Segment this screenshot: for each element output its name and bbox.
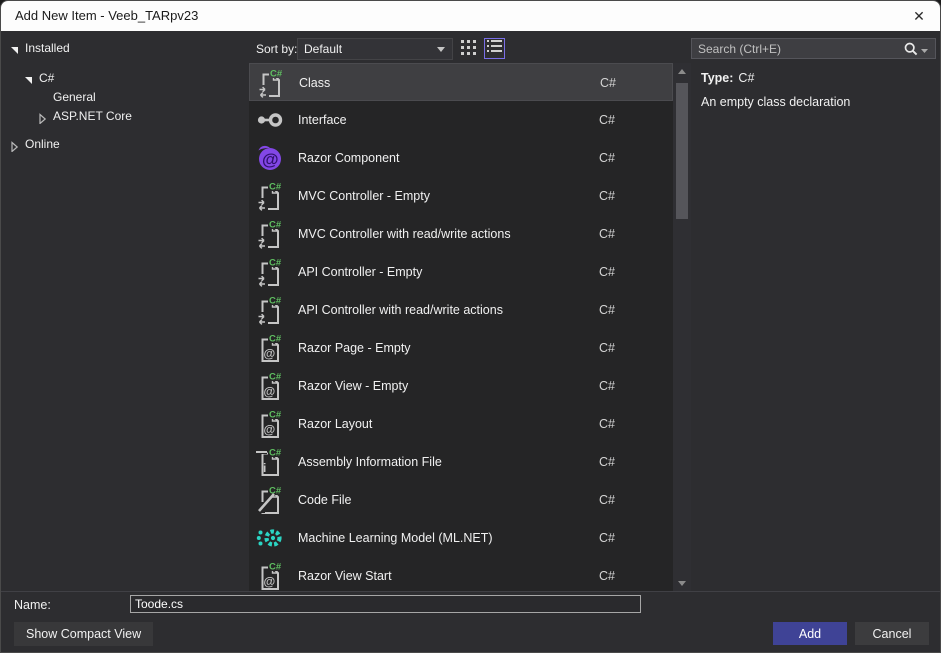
template-rows: C# Class C# Interface C# @ Razor Compone… xyxy=(249,63,673,591)
chevron-down-icon xyxy=(434,46,448,52)
template-item-assembly-information-file[interactable]: C# i Assembly Information File C# xyxy=(249,443,673,481)
type-value: C# xyxy=(738,71,755,85)
name-label: Name: xyxy=(14,598,51,612)
dialog-title: Add New Item - Veeb_TARpv23 xyxy=(15,8,199,23)
razor-file-icon: C# @ xyxy=(255,408,285,440)
template-item-razor-view-empty[interactable]: C# @ Razor View - Empty C# xyxy=(249,367,673,405)
template-item-class[interactable]: C# Class C# xyxy=(249,63,673,101)
collapsed-triangle-icon xyxy=(37,111,48,125)
expanded-triangle-icon xyxy=(9,43,20,54)
mlnet-icon xyxy=(255,522,285,554)
sidebar-item-asp-net-core[interactable]: ASP.NET Core xyxy=(1,107,249,126)
dialog-footer: Name: Show Compact View Add Cancel xyxy=(1,591,940,652)
sidebar-item-general[interactable]: General xyxy=(1,88,249,107)
assembly-info-icon: C# i xyxy=(255,446,285,478)
csharp-class-icon: C# xyxy=(256,67,286,99)
search-box xyxy=(691,38,936,59)
cancel-button[interactable]: Cancel xyxy=(855,622,929,645)
svg-text:C#: C# xyxy=(269,448,282,459)
template-item-razor-view-start[interactable]: C# @ Razor View Start C# xyxy=(249,557,673,591)
template-item-mvc-controller-empty[interactable]: C# MVC Controller - Empty C# xyxy=(249,177,673,215)
scroll-down-icon[interactable] xyxy=(673,575,691,591)
svg-text:C#: C# xyxy=(269,486,282,497)
svg-text:C#: C# xyxy=(269,220,282,231)
razor-component-icon: @ xyxy=(255,142,285,174)
dialog-body: Installed C# General ASP.NET Core Online… xyxy=(1,31,940,591)
svg-text:C#: C# xyxy=(269,410,282,421)
svg-text:C#: C# xyxy=(269,182,282,193)
show-compact-view-button[interactable]: Show Compact View xyxy=(14,622,154,646)
item-details-panel: Type: C# An empty class declaration xyxy=(691,63,940,117)
svg-text:C#: C# xyxy=(269,372,282,383)
svg-text:@: @ xyxy=(264,423,276,437)
close-icon[interactable]: ✕ xyxy=(906,4,932,28)
add-new-item-dialog: Add New Item - Veeb_TARpv23 ✕ Installed … xyxy=(0,0,941,653)
csharp-class-icon: C# xyxy=(255,218,285,250)
svg-text:i: i xyxy=(263,461,266,475)
template-item-razor-page-empty[interactable]: C# @ Razor Page - Empty C# xyxy=(249,329,673,367)
grid-view-button[interactable] xyxy=(458,39,479,60)
svg-text:C#: C# xyxy=(269,562,282,573)
template-item-machine-learning-model-ml-net[interactable]: Machine Learning Model (ML.NET) C# xyxy=(249,519,673,557)
svg-text:C#: C# xyxy=(269,296,282,307)
csharp-class-icon: C# xyxy=(255,180,285,212)
csharp-class-icon: C# xyxy=(255,256,285,288)
svg-text:@: @ xyxy=(262,150,279,169)
search-options-chevron-icon[interactable] xyxy=(921,40,933,58)
list-view-icon xyxy=(487,39,502,58)
interface-icon xyxy=(255,104,285,136)
razor-file-icon: C# @ xyxy=(255,560,285,591)
grid-view-icon xyxy=(461,39,476,60)
sidebar-item-online[interactable]: Online xyxy=(1,135,249,154)
sort-by-dropdown[interactable]: Default xyxy=(297,38,453,60)
list-scrollbar[interactable] xyxy=(673,63,691,591)
scroll-up-icon[interactable] xyxy=(673,63,691,79)
search-input[interactable] xyxy=(692,41,903,56)
razor-file-icon: C# @ xyxy=(255,370,285,402)
titlebar: Add New Item - Veeb_TARpv23 ✕ xyxy=(1,1,940,31)
search-icon[interactable] xyxy=(903,41,921,57)
expanded-triangle-icon xyxy=(23,73,34,84)
code-file-icon: C# xyxy=(255,484,285,516)
list-view-button[interactable] xyxy=(484,38,505,59)
name-input[interactable] xyxy=(130,595,641,613)
template-item-interface[interactable]: Interface C# xyxy=(249,101,673,139)
svg-text:C#: C# xyxy=(269,334,282,345)
collapsed-triangle-icon xyxy=(9,139,20,153)
sidebar-item-installed[interactable]: Installed xyxy=(1,39,249,58)
sort-by-value: Default xyxy=(304,42,343,56)
svg-text:@: @ xyxy=(264,385,276,399)
type-label: Type: xyxy=(701,71,734,85)
svg-text:C#: C# xyxy=(270,69,283,80)
template-item-api-controller-empty[interactable]: C# API Controller - Empty C# xyxy=(249,253,673,291)
template-list: C# Class C# Interface C# @ Razor Compone… xyxy=(249,63,691,591)
svg-text:C#: C# xyxy=(269,258,282,269)
template-item-api-controller-with-read-write-actions[interactable]: C# API Controller with read/write action… xyxy=(249,291,673,329)
category-tree: Installed C# General ASP.NET Core Online xyxy=(1,31,249,591)
razor-file-icon: C# @ xyxy=(255,332,285,364)
sort-by-label: Sort by: xyxy=(256,42,298,56)
add-button[interactable]: Add xyxy=(773,622,847,645)
template-item-code-file[interactable]: C# Code File C# xyxy=(249,481,673,519)
template-item-razor-component[interactable]: @ Razor Component C# xyxy=(249,139,673,177)
csharp-class-icon: C# xyxy=(255,294,285,326)
sidebar-item-c[interactable]: C# xyxy=(1,69,249,88)
svg-text:@: @ xyxy=(264,575,276,589)
item-description: An empty class declaration xyxy=(701,95,851,109)
scrollbar-thumb[interactable] xyxy=(676,83,688,219)
svg-text:@: @ xyxy=(264,347,276,361)
template-item-razor-layout[interactable]: C# @ Razor Layout C# xyxy=(249,405,673,443)
template-item-mvc-controller-with-read-write-actions[interactable]: C# MVC Controller with read/write action… xyxy=(249,215,673,253)
